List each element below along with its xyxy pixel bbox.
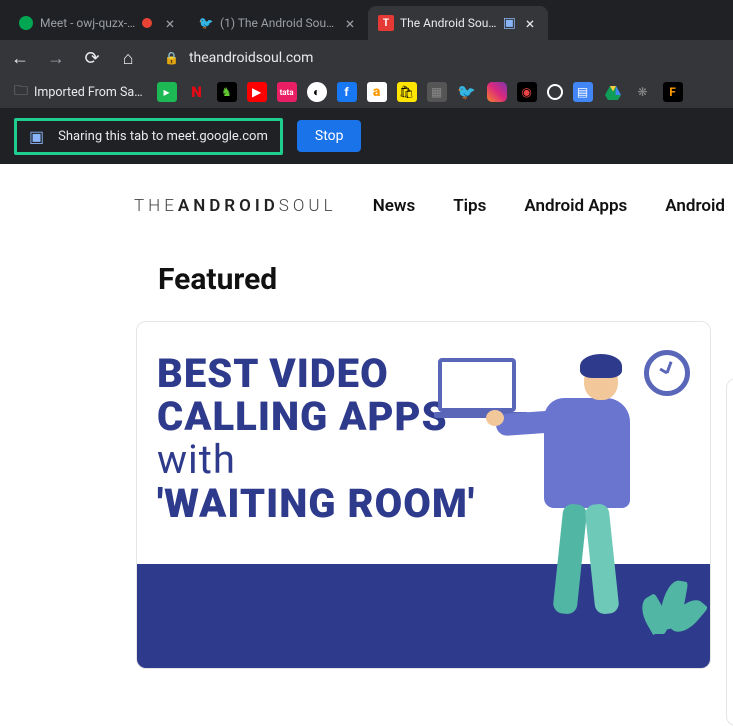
site-logo[interactable]: THEANDROIDSOUL (134, 196, 337, 216)
person-illustration (468, 358, 638, 638)
forward-button[interactable]: → (44, 46, 68, 70)
bookmark-tatasky-icon[interactable]: tata (277, 82, 297, 102)
bookmarks-bar: 🗀 Imported From Sa… ▸ N ♞ ▶ tata ◐ f a 🛍… (0, 76, 733, 108)
bookmark-netflix-icon[interactable]: N (187, 82, 207, 102)
bookmark-icon[interactable]: ◐ (307, 82, 327, 102)
laptop-icon (438, 358, 516, 412)
folder-icon: 🗀 (14, 80, 28, 104)
logo-part: ANDROID (178, 196, 279, 216)
bookmark-instagram-icon[interactable] (487, 82, 507, 102)
reload-button[interactable]: ⟳ (80, 46, 104, 70)
close-icon[interactable]: × (342, 15, 358, 31)
close-icon[interactable]: × (162, 15, 178, 31)
tab-title: The Android Soul - Androi (400, 16, 497, 30)
stop-share-button[interactable]: Stop (297, 120, 362, 152)
bookmark-flipkart-icon[interactable]: 🛍 (397, 82, 417, 102)
bookmark-globe-icon[interactable] (547, 84, 563, 100)
androidsoul-favicon-icon: T (378, 15, 394, 31)
nav-tips[interactable]: Tips (453, 196, 486, 216)
nav-news[interactable]: News (373, 196, 415, 216)
featured-card[interactable]: BEST VIDEO CALLING APPS with 'WAITING RO… (136, 321, 711, 669)
plant-illustration (640, 570, 700, 660)
nav-apps[interactable]: Android Apps (524, 196, 627, 216)
url-host: theandroidsoul.com (189, 50, 313, 66)
tab-twitter[interactable]: 🐦 (1) The Android Soul (@TheAn × (188, 6, 368, 40)
bookmark-grey-icon[interactable]: ▦ (427, 82, 447, 102)
bookmark-chess-icon[interactable]: ♞ (217, 82, 237, 102)
share-text: Sharing this tab to meet.google.com (58, 129, 268, 144)
bookmark-amazon-icon[interactable]: a (367, 82, 387, 102)
logo-part: SOUL (279, 196, 337, 216)
bookmark-icon[interactable]: ◉ (517, 82, 537, 102)
tab-meet[interactable]: Meet - owj-quzx-yzs × (8, 6, 188, 40)
twitter-favicon-icon: 🐦 (198, 15, 214, 31)
tab-androidsoul[interactable]: T The Android Soul - Androi ▣ × (368, 6, 548, 40)
main-nav: News Tips Android Apps Android (373, 196, 725, 216)
bookmark-youtube-icon[interactable]: ▶ (247, 82, 267, 102)
folder-label: Imported From Sa… (34, 85, 143, 100)
tab-title: (1) The Android Soul (@TheAn (220, 16, 336, 30)
screen-share-icon: ▣ (503, 15, 516, 31)
recording-indicator-icon (142, 18, 152, 28)
bookmarks-folder[interactable]: 🗀 Imported From Sa… (10, 80, 147, 104)
url-bar[interactable]: 🔒 theandroidsoul.com (152, 50, 725, 66)
share-indicator: ▣ Sharing this tab to meet.google.com (14, 118, 283, 155)
nav-android[interactable]: Android (665, 196, 725, 216)
page-content: THEANDROIDSOUL News Tips Android Apps An… (0, 164, 733, 695)
close-icon[interactable]: × (522, 15, 538, 31)
site-header: THEANDROIDSOUL News Tips Android Apps An… (4, 182, 725, 230)
meet-favicon-icon (18, 15, 34, 31)
logo-part: THE (134, 196, 178, 216)
bookmark-drive-icon[interactable] (603, 82, 623, 102)
lock-icon: 🔒 (164, 51, 179, 65)
share-bar: ▣ Sharing this tab to meet.google.com St… (0, 108, 733, 164)
home-button[interactable]: ⌂ (116, 46, 140, 70)
bookmark-icon[interactable]: ❋ (633, 82, 653, 102)
bookmark-icon[interactable]: ▤ (573, 82, 593, 102)
back-button[interactable]: ← (8, 46, 32, 70)
bookmark-icon[interactable]: F (663, 82, 683, 102)
tab-title: Meet - owj-quzx-yzs (40, 16, 136, 30)
browser-toolbar: ← → ⟳ ⌂ 🔒 theandroidsoul.com (0, 40, 733, 76)
share-screen-icon: ▣ (29, 127, 44, 146)
clock-icon (644, 350, 690, 396)
next-card-peek[interactable] (726, 378, 733, 726)
bookmark-facebook-icon[interactable]: f (337, 82, 357, 102)
bookmark-twitter-icon[interactable]: 🐦 (457, 82, 477, 102)
featured-heading: Featured (158, 262, 725, 297)
tab-strip: Meet - owj-quzx-yzs × 🐦 (1) The Android … (0, 0, 733, 40)
bookmark-rumble-icon[interactable]: ▸ (157, 82, 177, 102)
